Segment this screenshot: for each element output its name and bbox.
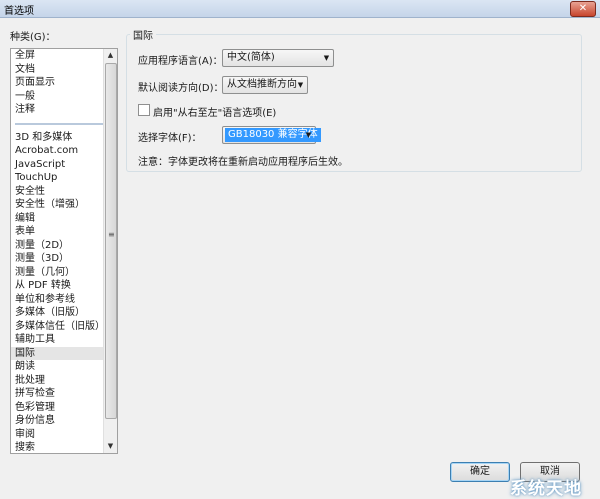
font-note: 注意：字体更改将在重新启动应用程序后生效。 [138, 157, 348, 168]
rtl-checkbox[interactable] [138, 104, 150, 116]
category-item[interactable]: 页面显示 [11, 76, 103, 90]
category-item[interactable]: 一般 [11, 90, 103, 104]
category-item[interactable]: 测量（几何） [11, 266, 103, 280]
reading-direction-select[interactable]: 从文档推断方向 ▼ [222, 76, 308, 94]
category-item[interactable]: 注释 [11, 103, 103, 117]
category-item[interactable]: 表单 [11, 225, 103, 239]
font-select[interactable]: GB18030 兼容字体 ▼ [222, 126, 321, 144]
category-separator [11, 117, 103, 131]
category-item[interactable]: 从 PDF 转换 [11, 279, 103, 293]
category-item[interactable]: 国际 [11, 346, 103, 360]
category-item[interactable]: 辅助工具 [11, 333, 103, 347]
category-item[interactable]: 审阅 [11, 428, 103, 442]
category-item[interactable]: 身份信息 [11, 414, 103, 428]
scroll-grip-icon: ≡ [108, 230, 115, 239]
app-language-label: 应用程序语言(A)： [138, 56, 223, 67]
category-item[interactable]: 安全性（增强） [11, 198, 103, 212]
category-item[interactable]: 测量（3D） [11, 252, 103, 266]
watermark-logo: 系统天地 [510, 479, 582, 499]
chevron-down-icon: ▼ [323, 54, 330, 62]
category-item[interactable]: 3D 和多媒体 [11, 131, 103, 145]
category-item[interactable]: 搜索 [11, 441, 103, 453]
category-item[interactable]: TouchUp [11, 171, 103, 185]
category-item[interactable]: 测量（2D） [11, 239, 103, 253]
reading-direction-value: 从文档推断方向 [227, 79, 297, 90]
reading-direction-label: 默认阅读方向(D)： [138, 83, 224, 94]
category-item[interactable]: 全屏 [11, 49, 103, 63]
category-item[interactable]: 拼写检查 [11, 387, 103, 401]
chevron-down-icon: ▼ [305, 131, 312, 139]
window-title: 首选项 [4, 6, 34, 17]
category-item[interactable]: 批处理 [11, 374, 103, 388]
category-item[interactable]: 多媒体（旧版） [11, 306, 103, 320]
scroll-down-arrow-icon[interactable]: ▼ [104, 440, 117, 453]
rtl-option-label: 启用"从右至左"语言选项(E) [153, 108, 277, 119]
category-item[interactable]: 编辑 [11, 212, 103, 226]
category-item[interactable]: JavaScript [11, 158, 103, 172]
scroll-thumb[interactable]: ≡ [105, 63, 117, 419]
category-item[interactable]: Acrobat.com [11, 144, 103, 158]
group-title: 国际 [130, 27, 156, 42]
category-item[interactable]: 安全性 [11, 185, 103, 199]
category-item[interactable]: 色彩管理 [11, 401, 103, 415]
ok-button[interactable]: 确定 [450, 462, 510, 482]
title-bar: 首选项 ✕ [0, 0, 600, 18]
category-item[interactable]: 文档 [11, 63, 103, 77]
categories-label: 种类(G)： [10, 32, 56, 43]
font-label: 选择字体(F)： [138, 133, 202, 144]
separator-line [15, 122, 103, 125]
app-language-value: 中文(简体) [227, 52, 275, 63]
close-button[interactable]: ✕ [570, 1, 596, 17]
app-language-select[interactable]: 中文(简体) ▼ [222, 49, 334, 67]
categories-list: 全屏 文档 页面显示 一般 注释 3D 和多媒体 Acrobat.com JavaScript… [11, 49, 103, 453]
scroll-up-arrow-icon[interactable]: ▲ [104, 49, 117, 62]
categories-scrollbar[interactable]: ▲ ≡ ▼ [103, 49, 117, 453]
category-item[interactable]: 朗读 [11, 360, 103, 374]
chevron-down-icon: ▼ [297, 81, 304, 89]
category-item[interactable]: 多媒体信任（旧版） [11, 320, 103, 334]
categories-listbox[interactable]: 全屏 文档 页面显示 一般 注释 3D 和多媒体 Acrobat.com JavaScript… [10, 48, 118, 454]
category-item[interactable]: 单位和参考线 [11, 293, 103, 307]
